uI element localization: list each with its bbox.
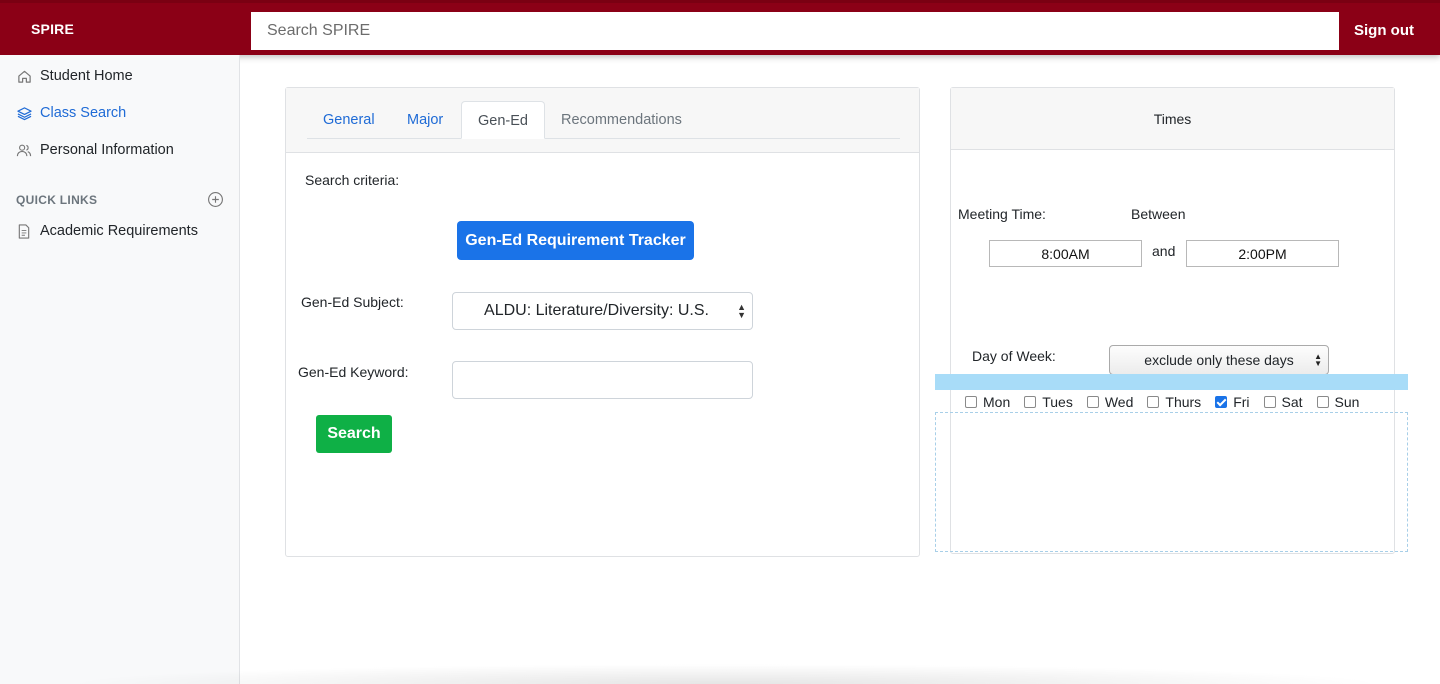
day-label: Thurs <box>1165 394 1202 410</box>
layers-icon <box>16 105 32 121</box>
sidebar: Student Home Class Search Personal Infor… <box>0 55 240 684</box>
day-checkbox-row: Mon Tues Wed Thurs Fri Sat Sun <box>965 394 1373 410</box>
checkbox-icon[interactable] <box>1086 396 1099 408</box>
drop-zone-outline <box>935 412 1408 552</box>
sidebar-item-class-search[interactable]: Class Search <box>16 102 126 124</box>
end-time-input[interactable]: 2:00PM <box>1186 240 1339 267</box>
gen-ed-keyword-label: Gen-Ed Keyword: <box>298 364 409 380</box>
day-label: Sat <box>1281 394 1303 410</box>
brand-logo[interactable]: SPIRE <box>31 21 74 37</box>
quick-link-label: Academic Requirements <box>40 223 198 239</box>
sidebar-item-student-home[interactable]: Student Home <box>16 65 133 87</box>
quick-link-academic-requirements[interactable]: Academic Requirements <box>16 220 198 242</box>
search-button[interactable]: Search <box>316 415 392 453</box>
tab-general[interactable]: General <box>307 101 391 139</box>
top-bar: SPIRE Sign out <box>0 0 1440 55</box>
day-mode-select[interactable]: exclude only these days ▲ ▼ <box>1109 345 1329 375</box>
day-label: Mon <box>983 394 1011 410</box>
sidebar-item-personal-information[interactable]: Personal Information <box>16 139 174 161</box>
gen-ed-subject-select[interactable]: ALDU: Literature/Diversity: U.S. ▲ ▼ <box>452 292 753 330</box>
start-time-input[interactable]: 8:00AM <box>989 240 1142 267</box>
day-of-week-label: Day of Week: <box>972 348 1056 364</box>
select-arrows-icon: ▲ ▼ <box>737 302 746 320</box>
day-fri-checkbox[interactable]: Fri <box>1215 394 1250 410</box>
sidebar-item-label: Class Search <box>40 105 127 121</box>
day-thurs-checkbox[interactable]: Thurs <box>1147 394 1201 410</box>
tab-recommendations[interactable]: Recommendations <box>545 101 698 139</box>
meeting-time-label: Meeting Time: <box>958 206 1046 222</box>
gen-ed-subject-value: ALDU: Literature/Diversity: U.S. <box>484 302 709 319</box>
add-quick-link-icon[interactable] <box>207 191 225 209</box>
and-label: and <box>1152 243 1176 259</box>
checkbox-checked-icon[interactable] <box>1215 396 1228 408</box>
times-card-title: Times <box>951 88 1394 150</box>
quick-links-header: QUICK LINKS <box>16 193 98 207</box>
class-search-card: General Major Gen-Ed Recommendations Sea… <box>285 87 920 557</box>
checkbox-icon[interactable] <box>1263 396 1276 408</box>
day-tues-checkbox[interactable]: Tues <box>1024 394 1073 410</box>
users-icon <box>16 142 32 158</box>
gen-ed-keyword-input[interactable] <box>452 361 753 399</box>
tab-major[interactable]: Major <box>391 101 459 139</box>
document-icon <box>16 223 32 239</box>
day-label: Sun <box>1334 394 1360 410</box>
day-sat-checkbox[interactable]: Sat <box>1263 394 1303 410</box>
global-search-input[interactable] <box>251 12 1339 50</box>
day-label: Tues <box>1042 394 1073 410</box>
sign-out-link[interactable]: Sign out <box>1354 22 1414 39</box>
search-tabs-header: General Major Gen-Ed Recommendations <box>286 88 919 153</box>
tab-gen-ed[interactable]: Gen-Ed <box>461 101 545 139</box>
checkbox-icon[interactable] <box>1316 396 1329 408</box>
home-icon <box>16 68 32 84</box>
sidebar-item-label: Student Home <box>40 68 133 84</box>
checkbox-icon[interactable] <box>1024 396 1037 408</box>
checkbox-icon[interactable] <box>965 396 977 408</box>
drop-highlight-bar <box>935 374 1408 390</box>
day-mon-checkbox[interactable]: Mon <box>965 394 1010 410</box>
bottom-shadow <box>60 664 1390 684</box>
gen-ed-tracker-button[interactable]: Gen-Ed Requirement Tracker <box>457 221 694 260</box>
checkbox-icon[interactable] <box>1147 396 1160 408</box>
day-label: Wed <box>1104 394 1134 410</box>
between-label: Between <box>1131 206 1186 222</box>
search-criteria-label: Search criteria: <box>305 172 400 188</box>
gen-ed-subject-label: Gen-Ed Subject: <box>301 294 404 310</box>
day-label: Fri <box>1233 394 1250 410</box>
day-wed-checkbox[interactable]: Wed <box>1086 394 1134 410</box>
select-arrows-icon: ▲ ▼ <box>1314 352 1322 368</box>
day-sun-checkbox[interactable]: Sun <box>1316 394 1360 410</box>
day-mode-value: exclude only these days <box>1144 352 1294 368</box>
sidebar-item-label: Personal Information <box>40 142 174 158</box>
